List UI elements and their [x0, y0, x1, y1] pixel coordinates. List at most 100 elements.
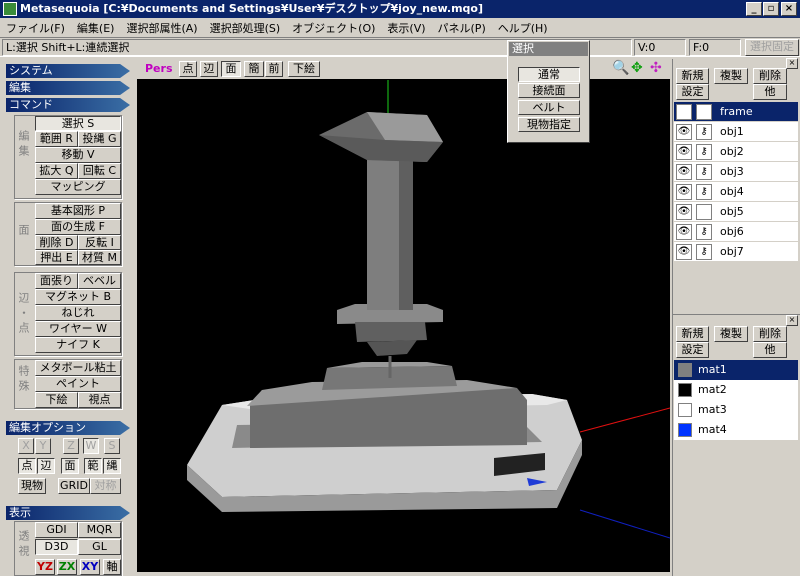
visibility-icon[interactable]: 👁	[676, 224, 692, 240]
object-row[interactable]: 👁 ⚷ obj6	[674, 222, 798, 242]
selection-fix-button[interactable]: 選択固定	[745, 39, 799, 56]
object-delete-button[interactable]: 削除	[753, 68, 787, 84]
vp-simple-toggle[interactable]: 簡	[244, 61, 264, 77]
projection-label[interactable]: Pers	[145, 62, 173, 75]
rotate-view-icon[interactable]: ✣	[650, 60, 662, 76]
close-button[interactable]: ×	[781, 2, 797, 16]
magnet-button[interactable]: マグネット B	[35, 289, 121, 305]
menu-file[interactable]: ファイル(F)	[2, 20, 73, 36]
axis-button[interactable]: 軸	[103, 559, 121, 575]
zoom-icon[interactable]: 🔍	[612, 60, 629, 76]
rotate-tool-button[interactable]: 回転 C	[78, 163, 121, 179]
gl-button[interactable]: GL	[78, 539, 121, 555]
vp-front-toggle[interactable]: 前	[265, 61, 283, 77]
face-tension-button[interactable]: 面張り	[35, 273, 78, 289]
mapping-tool-button[interactable]: マッピング	[35, 179, 121, 195]
lock-icon[interactable]: ⚷	[696, 244, 712, 260]
command-header[interactable]: コマンド	[6, 98, 130, 112]
viewpoint-button[interactable]: 視点	[78, 392, 121, 408]
zx-view-button[interactable]: ZX	[57, 559, 77, 575]
material-row[interactable]: mat1	[674, 360, 798, 380]
object-row[interactable]: 👁 ⚷ obj3	[674, 162, 798, 182]
vp-vertex-toggle[interactable]: 点	[179, 61, 197, 77]
visibility-icon[interactable]: 👁	[676, 204, 692, 220]
knife-button[interactable]: ナイフ K	[35, 337, 121, 353]
real-toggle[interactable]: 現物	[18, 478, 46, 494]
grid-toggle[interactable]: GRID	[58, 478, 90, 494]
material-button[interactable]: 材質 M	[78, 250, 121, 265]
vp-edge-toggle[interactable]: 辺	[200, 61, 218, 77]
material-settings-button[interactable]: 設定	[676, 342, 709, 358]
vp-underlay-toggle[interactable]: 下絵	[288, 61, 320, 77]
lock-icon[interactable]: ⚷	[696, 164, 712, 180]
y-toggle[interactable]: Y	[35, 438, 51, 454]
menu-view[interactable]: 表示(V)	[383, 20, 433, 36]
edit-option-header[interactable]: 編集オプション	[6, 421, 130, 435]
3d-viewport[interactable]	[137, 60, 671, 572]
real-select-button[interactable]: 現物指定	[518, 117, 580, 132]
wire-button[interactable]: ワイヤー W	[35, 321, 121, 337]
gdi-button[interactable]: GDI	[35, 522, 78, 538]
select-tool-button[interactable]: 選択 S	[35, 116, 121, 131]
visibility-icon[interactable]: 👁	[676, 164, 692, 180]
object-row[interactable]: 👁 ⚷ obj7	[674, 242, 798, 262]
z-toggle[interactable]: Z	[63, 438, 79, 454]
menu-object[interactable]: オブジェクト(O)	[288, 20, 383, 36]
lock-icon[interactable]	[696, 204, 712, 220]
connected-select-button[interactable]: 接続面	[518, 83, 580, 98]
lock-icon[interactable]: ⚷	[696, 104, 712, 120]
paint-button[interactable]: ペイント	[35, 376, 121, 392]
display-header[interactable]: 表示	[6, 506, 130, 520]
lock-icon[interactable]: ⚷	[696, 224, 712, 240]
minimize-button[interactable]: _	[746, 2, 762, 16]
basic-shape-button[interactable]: 基本図形 P	[35, 203, 121, 219]
vp-face-toggle[interactable]: 面	[221, 61, 241, 77]
lasso-mode-toggle[interactable]: 縄	[103, 458, 121, 474]
material-new-button[interactable]: 新規	[676, 326, 709, 342]
material-panel-close[interactable]: ×	[786, 315, 798, 326]
object-row[interactable]: 👁 ⚷ obj1	[674, 122, 798, 142]
menu-help[interactable]: ヘルプ(H)	[494, 20, 556, 36]
object-row[interactable]: 👁 ⚷ frame	[674, 102, 798, 122]
range-mode-toggle[interactable]: 範	[84, 458, 102, 474]
visibility-icon[interactable]: 👁	[676, 104, 692, 120]
s-toggle[interactable]: S	[104, 438, 120, 454]
invert-button[interactable]: 反転 I	[78, 235, 121, 250]
material-other-button[interactable]: 他	[753, 342, 787, 358]
menu-selection-attr[interactable]: 選択部属性(A)	[122, 20, 205, 36]
visibility-icon[interactable]: 👁	[676, 124, 692, 140]
face-generate-button[interactable]: 面の生成 F	[35, 219, 121, 235]
yz-view-button[interactable]: YZ	[35, 559, 55, 575]
object-panel-close[interactable]: ×	[786, 58, 798, 69]
move-tool-button[interactable]: 移動 V	[35, 147, 121, 163]
xy-view-button[interactable]: XY	[80, 559, 100, 575]
object-other-button[interactable]: 他	[753, 84, 787, 100]
delete-button[interactable]: 削除 D	[35, 235, 78, 250]
menu-panel[interactable]: パネル(P)	[434, 20, 494, 36]
belt-select-button[interactable]: ベルト	[518, 100, 580, 115]
range-tool-button[interactable]: 範囲 R	[35, 131, 78, 147]
visibility-icon[interactable]: 👁	[676, 244, 692, 260]
normal-select-button[interactable]: 通常	[518, 67, 580, 82]
twist-button[interactable]: ねじれ	[35, 305, 121, 321]
maximize-button[interactable]: ▫	[763, 2, 779, 16]
mqr-button[interactable]: MQR	[78, 522, 121, 538]
object-row[interactable]: 👁 obj5	[674, 202, 798, 222]
pan-icon[interactable]: ✥	[631, 60, 643, 76]
material-dup-button[interactable]: 複製	[714, 326, 748, 342]
symmetry-toggle[interactable]: 対称	[90, 478, 121, 494]
d3d-button[interactable]: D3D	[35, 539, 78, 555]
visibility-icon[interactable]: 👁	[676, 144, 692, 160]
menu-selection-process[interactable]: 選択部処理(S)	[206, 20, 289, 36]
vertex-mode-toggle[interactable]: 点	[18, 458, 36, 474]
bevel-button[interactable]: ベベル	[78, 273, 121, 289]
underlay-button[interactable]: 下絵	[35, 392, 78, 408]
lock-icon[interactable]: ⚷	[696, 124, 712, 140]
w-toggle[interactable]: W	[83, 438, 99, 454]
edge-mode-toggle[interactable]: 辺	[37, 458, 55, 474]
object-settings-button[interactable]: 設定	[676, 84, 709, 100]
x-toggle[interactable]: X	[18, 438, 34, 454]
material-row[interactable]: mat4	[674, 420, 798, 440]
menu-edit[interactable]: 編集(E)	[73, 20, 123, 36]
system-header[interactable]: システム	[6, 64, 130, 78]
